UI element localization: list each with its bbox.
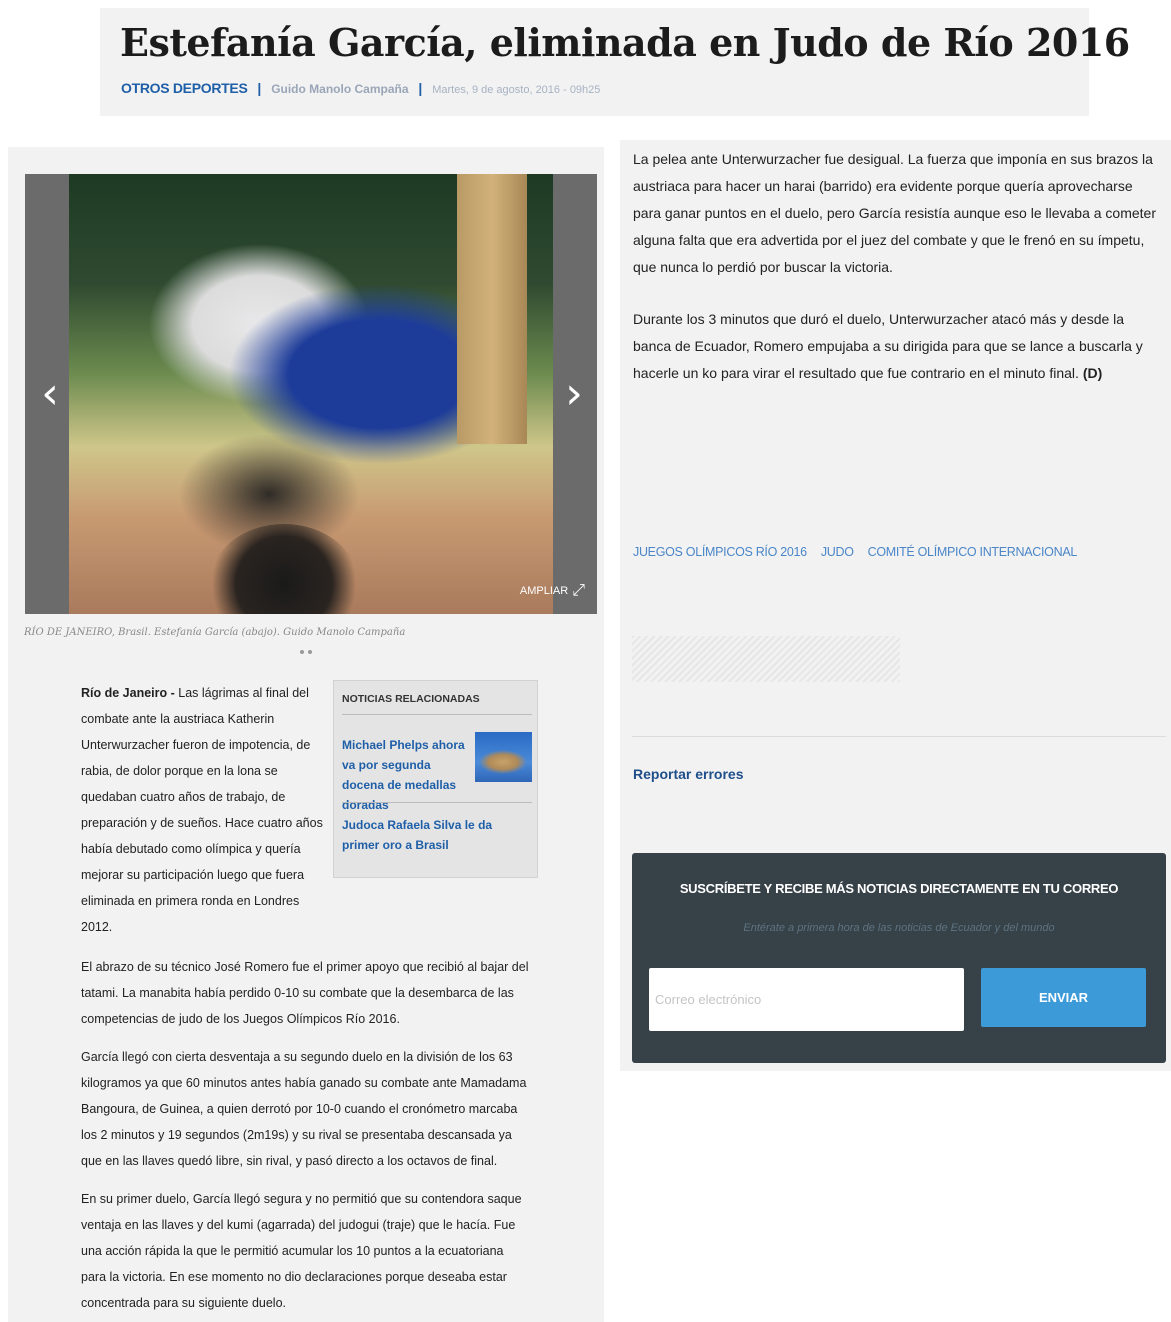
tag-link[interactable]: JUEGOS OLÍMPICOS RÍO 2016: [633, 545, 807, 559]
ampliar-label: AMPLIAR: [519, 585, 569, 597]
related-news-link[interactable]: Michael Phelps ahora va por segunda doce…: [342, 735, 472, 815]
article-continuation: La pelea ante Unterwurzacher fue desigua…: [633, 146, 1163, 412]
signature: (D): [1082, 365, 1103, 381]
page-title: Estefanía García, eliminada en Judo de R…: [120, 20, 1130, 65]
photo-referee-detail: [457, 174, 527, 444]
related-news-thumbnail[interactable]: [475, 732, 532, 782]
article-paragraph: La pelea ante Unterwurzacher fue desigua…: [633, 151, 1156, 275]
divider: [342, 714, 532, 715]
gallery-photo: [69, 174, 553, 614]
publish-date: Martes, 9 de agosto, 2016 - 09h25: [432, 84, 601, 96]
meta-separator: |: [257, 80, 262, 96]
photo-caption: RÍO DE JANEIRO, Brasil. Estefanía García…: [24, 627, 406, 638]
divider: [632, 736, 1166, 737]
gallery-dot[interactable]: [300, 650, 304, 654]
divider: [342, 802, 532, 803]
article-right-column: La pelea ante Unterwurzacher fue desigua…: [620, 140, 1171, 1322]
chevron-left-icon[interactable]: ‹: [35, 369, 65, 419]
newsletter-title: SUSCRÍBETE Y RECIBE MÁS NOTICIAS DIRECTA…: [679, 881, 1119, 896]
send-button[interactable]: ENVIAR: [981, 968, 1146, 1027]
tag-link[interactable]: JUDO: [821, 545, 854, 559]
related-news-box: NOTICIAS RELACIONADAS Michael Phelps aho…: [333, 680, 538, 878]
lead-text: Las lágrimas al final del combate ante l…: [81, 686, 323, 934]
expand-icon: ⤢: [572, 582, 585, 599]
article-meta: OTROS DEPORTES | Guido Manolo Campaña | …: [121, 80, 600, 96]
article-paragraph-text: Durante los 3 minutos que duró el duelo,…: [633, 311, 1143, 381]
section-link[interactable]: OTROS DEPORTES: [121, 80, 248, 96]
chevron-right-icon[interactable]: ›: [559, 369, 589, 419]
article-paragraph: Durante los 3 minutos que duró el duelo,…: [633, 306, 1163, 387]
tag-list: JUEGOS OLÍMPICOS RÍO 2016 JUDO COMITÉ OL…: [633, 545, 1077, 559]
author-name[interactable]: Guido Manolo Campaña: [271, 82, 408, 96]
photo-gallery[interactable]: ‹ › AMPLIAR ⤢: [25, 174, 597, 614]
related-news-link[interactable]: Judoca Rafaela Silva le da primer oro a …: [342, 815, 522, 855]
right-column-panel: La pelea ante Unterwurzacher fue desigua…: [620, 140, 1171, 1071]
lead-paragraph: Río de Janeiro - Las lágrimas al final d…: [81, 680, 326, 940]
article-paragraph: El abrazo de su técnico José Romero fue …: [81, 960, 529, 1026]
article-paragraph: García llegó con cierta desventaja a su …: [81, 1050, 527, 1168]
email-field[interactable]: [649, 968, 964, 1031]
ampliar-button[interactable]: AMPLIAR ⤢: [520, 582, 585, 600]
gallery-dots: [300, 650, 312, 654]
report-errors-link[interactable]: Reportar errores: [633, 766, 744, 782]
article-paragraph: En su primer duelo, García llegó segura …: [81, 1192, 522, 1310]
gallery-dot[interactable]: [308, 650, 312, 654]
article-body-column: ‹ › AMPLIAR ⤢ RÍO DE JANEIRO, Brasil. Es…: [8, 147, 604, 1322]
article-paragraphs: El abrazo de su técnico José Romero fue …: [81, 954, 531, 1316]
article-header: Estefanía García, eliminada en Judo de R…: [100, 8, 1130, 116]
related-news-title: NOTICIAS RELACIONADAS: [342, 693, 480, 705]
meta-separator: |: [418, 80, 423, 96]
newsletter-subtitle: Entérate a primera hora de las noticias …: [743, 922, 1055, 934]
ad-placeholder: [632, 636, 900, 682]
newsletter-signup: SUSCRÍBETE Y RECIBE MÁS NOTICIAS DIRECTA…: [632, 853, 1166, 1063]
tag-link[interactable]: COMITÉ OLÍMPICO INTERNACIONAL: [868, 545, 1078, 559]
photo-foreground-detail: [209, 524, 359, 614]
dateline: Río de Janeiro -: [81, 686, 175, 700]
